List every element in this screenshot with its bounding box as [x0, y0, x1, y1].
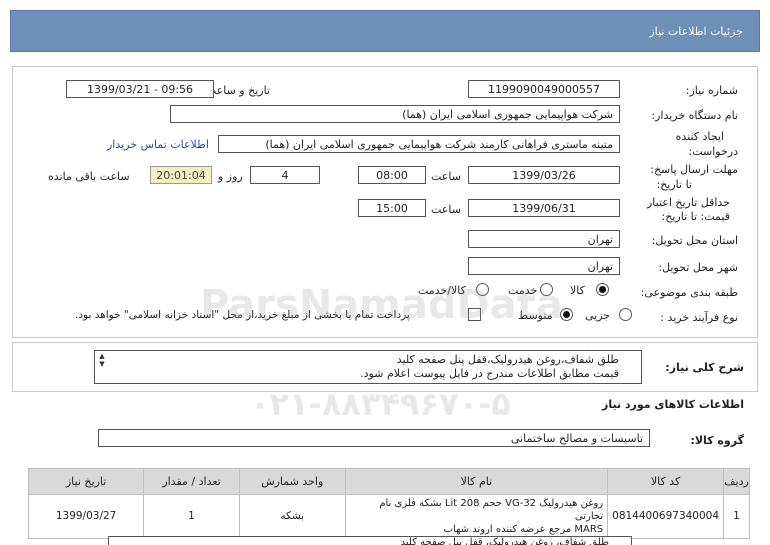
buyer-field: شرکت هواپیمایی جمهوری اسلامی ایران (هما): [170, 105, 620, 123]
goods-table: ردیف کد کالا نام کالا واحد شمارش تعداد /…: [27, 468, 750, 539]
th-unit: واحد شمارش: [238, 468, 346, 495]
category-goods-radio[interactable]: [596, 283, 609, 296]
city-field: تهران: [468, 257, 620, 275]
validity-date-field: 1399/06/31: [468, 199, 620, 217]
table-header-row: ردیف کد کالا نام کالا واحد شمارش تعداد /…: [27, 468, 750, 495]
reply-deadline-label-line2: تا تاریخ:: [656, 178, 692, 191]
time-remaining-label: ساعت باقی مانده: [48, 170, 130, 183]
announce-date-field: 1399/03/21 - 09:56: [66, 80, 214, 98]
bottom-description-box[interactable]: طلق شفاف، روغن هیدرولیک، قفل پنل صفحه کل…: [108, 536, 632, 545]
days-label: روز و: [218, 170, 243, 183]
process-medium-radio[interactable]: [560, 308, 573, 321]
description-label: شرح کلی نیاز:: [665, 361, 744, 374]
cell-name-line2: MARS مرجع عرضه کننده اروند شهاب: [443, 524, 604, 535]
reply-date-field: 1399/03/26: [468, 166, 620, 184]
th-name: نام کالا: [344, 468, 609, 495]
province-label: استان محل تحویل:: [651, 234, 738, 247]
validity-label-line2: قیمت: تا تاریخ:: [661, 210, 730, 223]
treasury-payment-note: پرداخت تمام یا بخشی از مبلغ خرید،از محل …: [75, 309, 410, 321]
cell-name: روغن هیدرولیک VG-32 حجم 208 Lit بشکه فلز…: [344, 494, 609, 539]
cell-qty: 1: [143, 494, 240, 539]
creator-field: متینه ماستری فراهانی کارمند شرکت هواپیما…: [218, 135, 620, 153]
cell-unit: بشکه: [238, 494, 346, 539]
table-row[interactable]: 1 0814400697340004 روغن هیدرولیک VG-32 ح…: [27, 494, 750, 539]
category-goods-label: کالا: [570, 284, 585, 297]
creator-label-line2: درخواست:: [688, 145, 738, 158]
reply-time-label: ساعت: [431, 170, 461, 183]
bottom-description-text: طلق شفاف، روغن هیدرولیک، قفل پنل صفحه کل…: [400, 537, 609, 545]
buyer-contact-link[interactable]: اطلاعات تماس خریدار: [107, 138, 209, 151]
need-number-field: 1199090049000557: [468, 80, 620, 98]
category-service-radio[interactable]: [540, 283, 553, 296]
process-partial-radio[interactable]: [619, 308, 632, 321]
page-title: جزئیات اطلاعات نیاز: [649, 24, 743, 38]
description-line1: طلق شفاف،روغن هیدرولیک،قفل پنل صفحه کلید: [396, 353, 619, 366]
description-line2: قیمت مطابق اطلاعات مندرج در فایل پیوست ا…: [360, 367, 619, 380]
time-remaining-field: 20:01:04: [150, 166, 212, 184]
description-textarea[interactable]: ▲ ▼ طلق شفاف،روغن هیدرولیک،قفل پنل صفحه ک…: [94, 350, 642, 384]
th-code: کد کالا: [607, 468, 725, 495]
category-service-label: خدمت: [508, 284, 538, 297]
creator-label-line1: ایجاد کننده: [675, 130, 724, 143]
category-goods-service-label: کالا/خدمت: [418, 284, 466, 297]
cell-name-line1: روغن هیدرولیک VG-32 حجم 208 Lit بشکه فلز…: [379, 498, 604, 522]
validity-time-field: 15:00: [358, 199, 426, 217]
goods-group-field: تاسیسات و مصالح ساختمانی: [98, 429, 650, 447]
process-type-label: نوع فرآیند خرید :: [660, 311, 738, 324]
category-goods-service-radio[interactable]: [476, 283, 489, 296]
treasury-payment-checkbox[interactable]: [468, 308, 481, 321]
goods-group-label: گروه کالا:: [690, 434, 744, 447]
th-row: ردیف: [723, 468, 750, 495]
th-qty: تعداد / مقدار: [143, 468, 240, 495]
buyer-label: نام دستگاه خریدار:: [651, 109, 738, 122]
validity-label-line1: حداقل تاریخ اعتبار: [646, 196, 730, 209]
category-label: طبقه بندی موضوعی:: [640, 286, 738, 299]
province-field: تهران: [468, 230, 620, 248]
city-label: شهر محل تحویل:: [658, 261, 738, 274]
goods-section-title: اطلاعات کالاهای مورد نیاز: [602, 398, 744, 411]
process-medium-label: متوسط: [518, 309, 553, 322]
cell-code: 0814400697340004: [607, 494, 725, 539]
need-number-label: شماره نیاز:: [685, 84, 738, 97]
scroll-arrows-icon[interactable]: ▲ ▼: [97, 352, 107, 368]
validity-time-label: ساعت: [431, 203, 461, 216]
th-date: تاریخ نیاز: [27, 468, 145, 495]
cell-date: 1399/03/27: [27, 494, 145, 539]
process-partial-label: جزیی: [585, 309, 611, 322]
reply-deadline-label-line1: مهلت ارسال پاسخ:: [650, 163, 738, 176]
days-remaining-field: 4: [250, 166, 320, 184]
page-title-bar: جزئیات اطلاعات نیاز: [10, 10, 760, 52]
cell-row: 1: [723, 494, 750, 539]
reply-time-field: 08:00: [358, 166, 426, 184]
